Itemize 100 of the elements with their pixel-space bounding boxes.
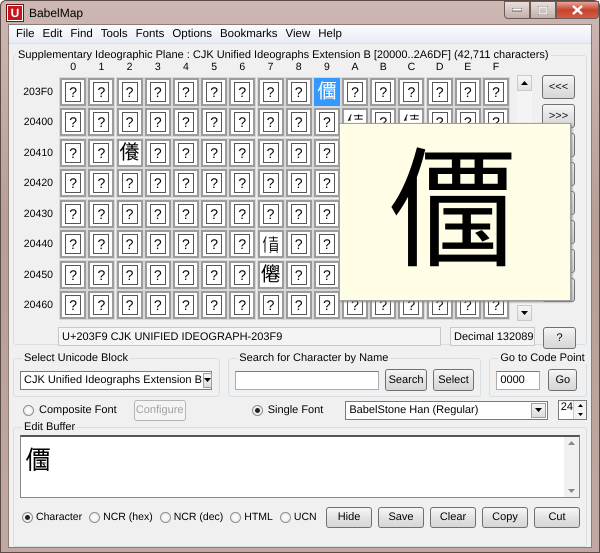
char-cell[interactable]: ? xyxy=(229,108,256,136)
radio-button[interactable] xyxy=(89,512,100,522)
char-cell[interactable]: ? xyxy=(60,200,86,228)
char-cell[interactable]: 𠐒 xyxy=(116,138,143,166)
char-cell[interactable]: ? xyxy=(201,138,228,166)
char-cell[interactable]: ? xyxy=(88,108,114,136)
char-cell[interactable]: ? xyxy=(201,291,228,319)
menu-item[interactable]: Edit xyxy=(38,28,66,40)
char-cell[interactable]: ? xyxy=(201,260,228,288)
char-cell[interactable]: ? xyxy=(258,169,284,197)
radio-button[interactable] xyxy=(22,512,33,522)
char-cell[interactable]: ? xyxy=(144,169,171,197)
char-cell[interactable]: ? xyxy=(88,230,114,258)
char-cell[interactable]: ? xyxy=(454,78,481,106)
char-cell[interactable]: ? xyxy=(229,169,256,197)
menu-item[interactable]: File xyxy=(12,28,39,40)
scroll-down-icon[interactable] xyxy=(521,311,528,315)
char-cell[interactable]: ? xyxy=(314,108,340,136)
char-cell[interactable] xyxy=(258,230,284,258)
char-cell[interactable]: ? xyxy=(60,291,86,319)
block-dropdown[interactable]: CJK Unified Ideographs Extension B xyxy=(20,370,212,390)
char-cell[interactable]: ? xyxy=(60,169,86,197)
buffer-button[interactable]: Copy xyxy=(482,506,528,528)
code-point-field[interactable]: 0000 xyxy=(496,370,540,390)
char-cell[interactable]: ? xyxy=(201,108,228,136)
char-cell[interactable]: ? xyxy=(144,200,171,228)
char-cell[interactable]: ? xyxy=(286,78,312,106)
char-cell[interactable]: ? xyxy=(286,291,312,319)
font-size-spinner[interactable]: 24 xyxy=(558,400,587,420)
spin-down-icon[interactable] xyxy=(578,413,582,416)
buffer-button[interactable]: Clear xyxy=(430,506,476,528)
char-cell[interactable]: ? xyxy=(229,78,256,106)
char-cell[interactable]: ? xyxy=(116,200,143,228)
char-cell[interactable]: ? xyxy=(144,260,171,288)
char-cell[interactable]: ? xyxy=(258,291,284,319)
buffer-button[interactable]: Hide xyxy=(326,506,372,528)
char-cell[interactable]: ? xyxy=(88,291,114,319)
char-cell[interactable]: ? xyxy=(314,230,340,258)
char-cell[interactable]: ? xyxy=(426,78,453,106)
char-cell[interactable]: ? xyxy=(88,200,114,228)
edit-buffer-field[interactable]: 𠏹 xyxy=(20,435,580,498)
menu-item[interactable]: Fonts xyxy=(132,28,168,40)
char-cell[interactable]: ? xyxy=(172,138,199,166)
char-cell[interactable]: ? xyxy=(172,108,199,136)
search-field[interactable] xyxy=(235,370,380,390)
char-cell[interactable]: ? xyxy=(144,291,171,319)
char-cell[interactable]: ? xyxy=(286,108,312,136)
char-cell[interactable]: ? xyxy=(172,200,199,228)
char-cell[interactable]: ? xyxy=(258,108,284,136)
maximize-button[interactable] xyxy=(530,1,556,19)
char-cell[interactable]: ? xyxy=(60,138,86,166)
char-cell[interactable]: ? xyxy=(286,138,312,166)
char-cell[interactable]: ? xyxy=(370,78,396,106)
radio-button[interactable] xyxy=(280,512,291,522)
char-cell[interactable]: ? xyxy=(116,78,143,106)
char-cell[interactable]: ? xyxy=(286,169,312,197)
char-cell[interactable]: ? xyxy=(258,78,284,106)
char-cell[interactable]: ? xyxy=(116,260,143,288)
search-button[interactable]: Select xyxy=(432,369,474,391)
go-button[interactable]: Go xyxy=(548,369,578,391)
menu-item[interactable]: View xyxy=(282,28,314,40)
char-cell[interactable]: ? xyxy=(116,169,143,197)
radio-button[interactable] xyxy=(252,404,263,416)
minimize-button[interactable] xyxy=(504,1,530,19)
menu-item[interactable]: Options xyxy=(168,28,216,40)
radio-button[interactable] xyxy=(23,404,34,416)
char-cell[interactable]: ? xyxy=(286,200,312,228)
char-cell[interactable]: ? xyxy=(229,291,256,319)
char-cell[interactable]: ? xyxy=(60,260,86,288)
char-cell[interactable]: ? xyxy=(258,200,284,228)
char-cell[interactable]: ? xyxy=(116,108,143,136)
radio-button[interactable] xyxy=(230,512,242,522)
scroll-up-icon[interactable] xyxy=(521,81,528,85)
char-cell[interactable]: ? xyxy=(116,230,143,258)
char-cell[interactable]: ? xyxy=(229,200,256,228)
char-cell[interactable]: ? xyxy=(116,291,143,319)
spin-up-icon[interactable] xyxy=(578,404,582,407)
char-cell[interactable]: 𠑗 xyxy=(258,260,284,288)
char-cell[interactable]: ? xyxy=(229,260,256,288)
char-cell[interactable]: ? xyxy=(172,230,199,258)
buffer-button[interactable]: Cut xyxy=(534,506,580,528)
menu-item[interactable]: Help xyxy=(314,28,346,40)
char-cell[interactable]: ? xyxy=(144,230,171,258)
char-cell[interactable]: ? xyxy=(201,230,228,258)
font-dropdown[interactable]: BabelStone Han (Regular) xyxy=(345,400,548,420)
char-cell[interactable]: ? xyxy=(172,291,199,319)
char-cell[interactable]: ? xyxy=(258,138,284,166)
char-cell[interactable]: ? xyxy=(314,200,340,228)
char-cell[interactable]: ? xyxy=(144,138,171,166)
char-cell[interactable]: ? xyxy=(172,169,199,197)
char-cell[interactable]: ? xyxy=(144,78,171,106)
char-cell[interactable]: ? xyxy=(60,78,86,106)
char-cell[interactable]: ? xyxy=(201,169,228,197)
char-cell[interactable]: ? xyxy=(398,78,424,106)
char-cell[interactable]: ? xyxy=(201,200,228,228)
char-cell[interactable]: ? xyxy=(286,260,312,288)
char-cell[interactable]: ? xyxy=(314,260,340,288)
char-cell[interactable]: ? xyxy=(229,230,256,258)
char-cell[interactable]: ? xyxy=(88,260,114,288)
char-cell[interactable]: ? xyxy=(88,169,114,197)
